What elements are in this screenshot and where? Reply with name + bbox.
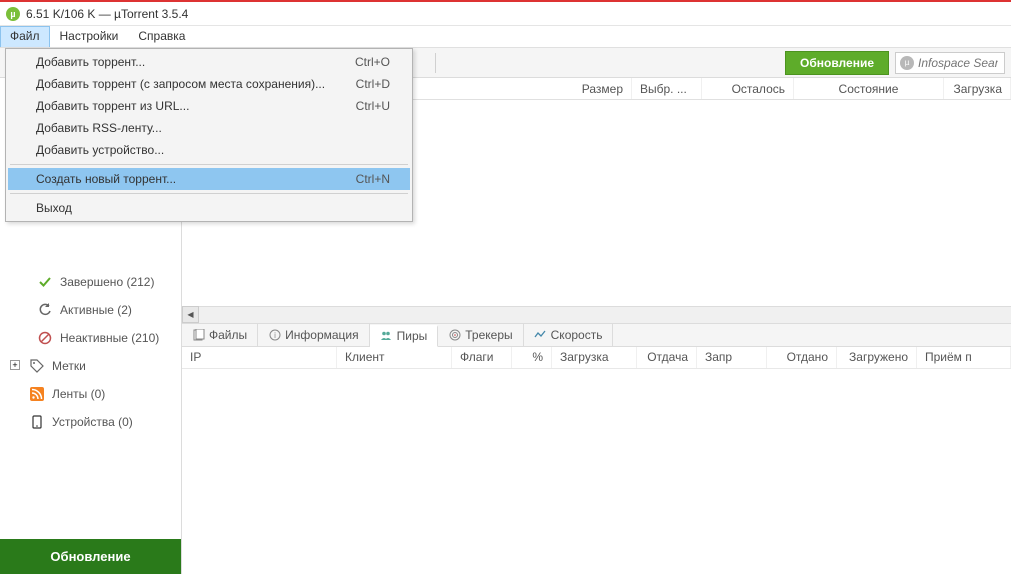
refresh-icon <box>38 303 52 317</box>
menu-help[interactable]: Справка <box>128 26 195 47</box>
sidebar-item-devices[interactable]: Устройства (0) <box>0 408 181 436</box>
peers-column-client[interactable]: Клиент <box>337 347 452 368</box>
tab-speed[interactable]: Скорость <box>524 324 614 346</box>
speed-icon <box>534 328 547 341</box>
tab-peers[interactable]: Пиры <box>370 325 439 347</box>
sidebar-item-label: Активные (2) <box>60 303 132 317</box>
search-provider-icon: µ <box>900 56 914 70</box>
sidebar-item-feeds[interactable]: Ленты (0) <box>0 380 181 408</box>
files-icon <box>192 328 205 341</box>
expand-toggle[interactable]: + <box>10 360 20 370</box>
device-icon <box>30 415 44 429</box>
sidebar-item-label: Устройства (0) <box>52 415 133 429</box>
info-icon: i <box>268 328 281 341</box>
peers-column-downloaded[interactable]: Загружено <box>837 347 917 368</box>
menu-create-torrent[interactable]: Создать новый торрент... Ctrl+N <box>8 168 410 190</box>
menu-add-rss[interactable]: Добавить RSS-ленту... <box>8 117 410 139</box>
peers-grid-header: IP Клиент Флаги % Загрузка Отдача Запр О… <box>182 347 1011 369</box>
menu-add-torrent-url[interactable]: Добавить торрент из URL... Ctrl+U <box>8 95 410 117</box>
trackers-icon <box>448 328 461 341</box>
update-button[interactable]: Обновление <box>785 51 889 75</box>
sidebar-item-label: Неактивные (210) <box>60 331 159 345</box>
menu-add-torrent-ask-location[interactable]: Добавить торрент (с запросом места сохра… <box>8 73 410 95</box>
menubar: Файл Настройки Справка <box>0 26 1011 48</box>
menu-add-device[interactable]: Добавить устройство... <box>8 139 410 161</box>
column-header-selected[interactable]: Выбр. ... <box>632 78 702 99</box>
menu-separator <box>10 164 408 165</box>
scroll-left-icon[interactable]: ◀ <box>182 306 199 323</box>
sidebar-update-button[interactable]: Обновление <box>0 539 181 574</box>
sidebar-item-completed[interactable]: Завершено (212) <box>0 268 181 296</box>
peers-icon <box>380 330 393 343</box>
tag-icon <box>30 359 44 373</box>
menu-settings[interactable]: Настройки <box>50 26 129 47</box>
forbid-icon <box>38 331 52 345</box>
peers-grid-body <box>182 369 1011 574</box>
peers-column-flags[interactable]: Флаги <box>452 347 512 368</box>
check-icon <box>38 275 52 289</box>
menu-separator <box>10 193 408 194</box>
peers-column-incoming[interactable]: Приём п <box>917 347 1011 368</box>
peers-column-uploaded[interactable]: Отдано <box>767 347 837 368</box>
sidebar-item-active[interactable]: Активные (2) <box>0 296 181 324</box>
menu-exit[interactable]: Выход <box>8 197 410 219</box>
utorrent-logo-icon: µ <box>6 7 20 21</box>
sidebar-item-inactive[interactable]: Неактивные (210) <box>0 324 181 352</box>
peers-column-download[interactable]: Загрузка <box>552 347 637 368</box>
file-dropdown: Добавить торрент... Ctrl+O Добавить торр… <box>5 48 413 222</box>
peers-column-ip[interactable]: IP <box>182 347 337 368</box>
search-box[interactable]: µ <box>895 52 1005 74</box>
column-header-download[interactable]: Загрузка <box>944 78 1011 99</box>
tab-trackers[interactable]: Трекеры <box>438 324 523 346</box>
column-header-remaining[interactable]: Осталось <box>702 78 794 99</box>
search-input[interactable] <box>918 56 998 70</box>
detail-tabs: Файлы i Информация Пиры Трекеры Скорость <box>182 323 1011 347</box>
svg-text:i: i <box>274 331 276 340</box>
peers-column-upload[interactable]: Отдача <box>637 347 697 368</box>
tab-info[interactable]: i Информация <box>258 324 369 346</box>
column-header-status[interactable]: Состояние <box>794 78 944 99</box>
titlebar: µ 6.51 K/106 K — µTorrent 3.5.4 <box>0 2 1011 26</box>
sidebar-item-label: Ленты (0) <box>52 387 105 401</box>
window-title: 6.51 K/106 K — µTorrent 3.5.4 <box>26 7 188 21</box>
sidebar-item-labels[interactable]: Метки <box>0 352 181 380</box>
menu-file[interactable]: Файл <box>0 26 50 47</box>
peers-column-percent[interactable]: % <box>512 347 552 368</box>
toolbar-separator <box>435 53 436 73</box>
menu-add-torrent[interactable]: Добавить торрент... Ctrl+O <box>8 51 410 73</box>
sidebar-item-label: Завершено (212) <box>60 275 154 289</box>
column-header-size[interactable]: Размер <box>562 78 632 99</box>
tab-files[interactable]: Файлы <box>182 324 258 346</box>
horizontal-scrollbar[interactable]: ◀ <box>182 306 1011 323</box>
rss-icon <box>30 387 44 401</box>
sidebar-item-label: Метки <box>52 359 86 373</box>
peers-column-requests[interactable]: Запр <box>697 347 767 368</box>
